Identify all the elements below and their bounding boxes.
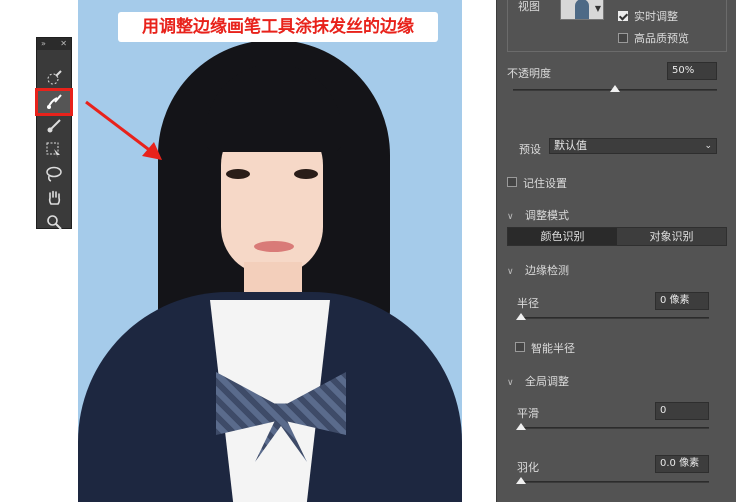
chevron-down-icon: ▼	[594, 4, 601, 13]
quick-selection-icon	[47, 70, 62, 85]
tool-lasso[interactable]	[37, 162, 71, 186]
view-mode-group: 视图 ▼ 实时调整 高品质预览	[507, 0, 727, 52]
tools-panel: » ✕	[35, 37, 73, 230]
smart-radius-checkbox[interactable]	[515, 342, 525, 352]
feather-slider[interactable]	[519, 481, 709, 483]
opacity-input[interactable]: 50%	[667, 62, 717, 80]
realtime-checkbox[interactable]	[618, 11, 628, 21]
feather-slider-thumb[interactable]	[516, 477, 526, 484]
edge-detection-title: 边缘检测	[525, 264, 569, 277]
adjust-mode-toggle: 颜色识别 对象识别	[507, 227, 727, 246]
view-thumbnail-dropdown[interactable]: ▼	[560, 0, 604, 20]
tool-brush[interactable]	[37, 114, 71, 138]
radius-slider-thumb[interactable]	[516, 313, 526, 320]
realtime-label: 实时调整	[634, 10, 678, 23]
tool-hand[interactable]	[37, 186, 71, 210]
mouth	[254, 241, 294, 252]
smart-radius-label: 智能半径	[531, 342, 575, 355]
right-eye	[294, 169, 318, 179]
left-eye	[226, 169, 250, 179]
annotation-arrow-icon	[85, 100, 162, 160]
remember-settings-label: 记住设置	[523, 177, 567, 190]
smooth-input[interactable]: 0	[655, 402, 709, 420]
adjust-mode-title: 调整模式	[525, 209, 569, 222]
opacity-slider-thumb[interactable]	[610, 85, 620, 92]
properties-panel: 视图 ▼ 实时调整 高品质预览 不透明度 50% 预设 默认值 ⌄ 记住设置 ∨…	[496, 0, 736, 502]
tools-panel-header[interactable]: » ✕	[37, 38, 71, 50]
document-canvas[interactable]: 用调整边缘画笔工具涂抹发丝的边缘	[0, 0, 496, 502]
preset-select[interactable]: 默认值 ⌄	[549, 138, 717, 154]
mode-object-button[interactable]: 对象识别	[617, 228, 726, 245]
close-icon[interactable]: ✕	[60, 38, 67, 50]
tool-zoom[interactable]	[37, 210, 71, 234]
preset-label: 预设	[519, 143, 541, 156]
hq-preview-checkbox[interactable]	[618, 33, 628, 43]
smooth-slider-thumb[interactable]	[516, 423, 526, 430]
object-selection-icon	[46, 142, 60, 158]
brush-icon	[47, 119, 61, 133]
refine-edge-brush-icon	[47, 94, 62, 109]
radius-label: 半径	[517, 297, 539, 310]
tool-refine-edge-brush[interactable]	[35, 88, 73, 116]
remember-settings-checkbox[interactable]	[507, 177, 517, 187]
portrait-photo[interactable]	[78, 0, 462, 502]
view-label: 视图	[518, 0, 540, 13]
lasso-icon	[46, 166, 62, 182]
preset-value: 默认值	[554, 139, 587, 152]
zoom-icon	[47, 215, 62, 230]
chevron-down-icon: ∨	[507, 212, 514, 222]
global-adjust-section[interactable]: ∨ 全局调整	[507, 373, 569, 389]
feather-label: 羽化	[517, 461, 539, 474]
radius-input[interactable]: 0 像素	[655, 292, 709, 310]
tool-quick-selection[interactable]	[37, 66, 71, 90]
chevron-down-icon: ⌄	[704, 141, 712, 151]
opacity-label: 不透明度	[507, 67, 551, 80]
chevron-down-icon: ∨	[507, 267, 514, 277]
smooth-slider[interactable]	[519, 427, 709, 429]
feather-input[interactable]: 0.0 像素	[655, 455, 709, 473]
hq-preview-label: 高品质预览	[634, 32, 689, 45]
radius-slider[interactable]	[519, 317, 709, 319]
global-adjust-title: 全局调整	[525, 375, 569, 388]
hand-icon	[48, 190, 61, 205]
tool-object-selection[interactable]	[37, 138, 71, 162]
smooth-label: 平滑	[517, 407, 539, 420]
collapse-icon[interactable]: »	[41, 38, 46, 50]
instruction-banner: 用调整边缘画笔工具涂抹发丝的边缘	[118, 12, 438, 42]
adjust-mode-section[interactable]: ∨ 调整模式	[507, 207, 569, 223]
edge-detection-section[interactable]: ∨ 边缘检测	[507, 262, 569, 278]
chevron-down-icon: ∨	[507, 378, 514, 388]
view-thumbnail	[575, 0, 589, 19]
mode-color-button[interactable]: 颜色识别	[508, 228, 617, 245]
